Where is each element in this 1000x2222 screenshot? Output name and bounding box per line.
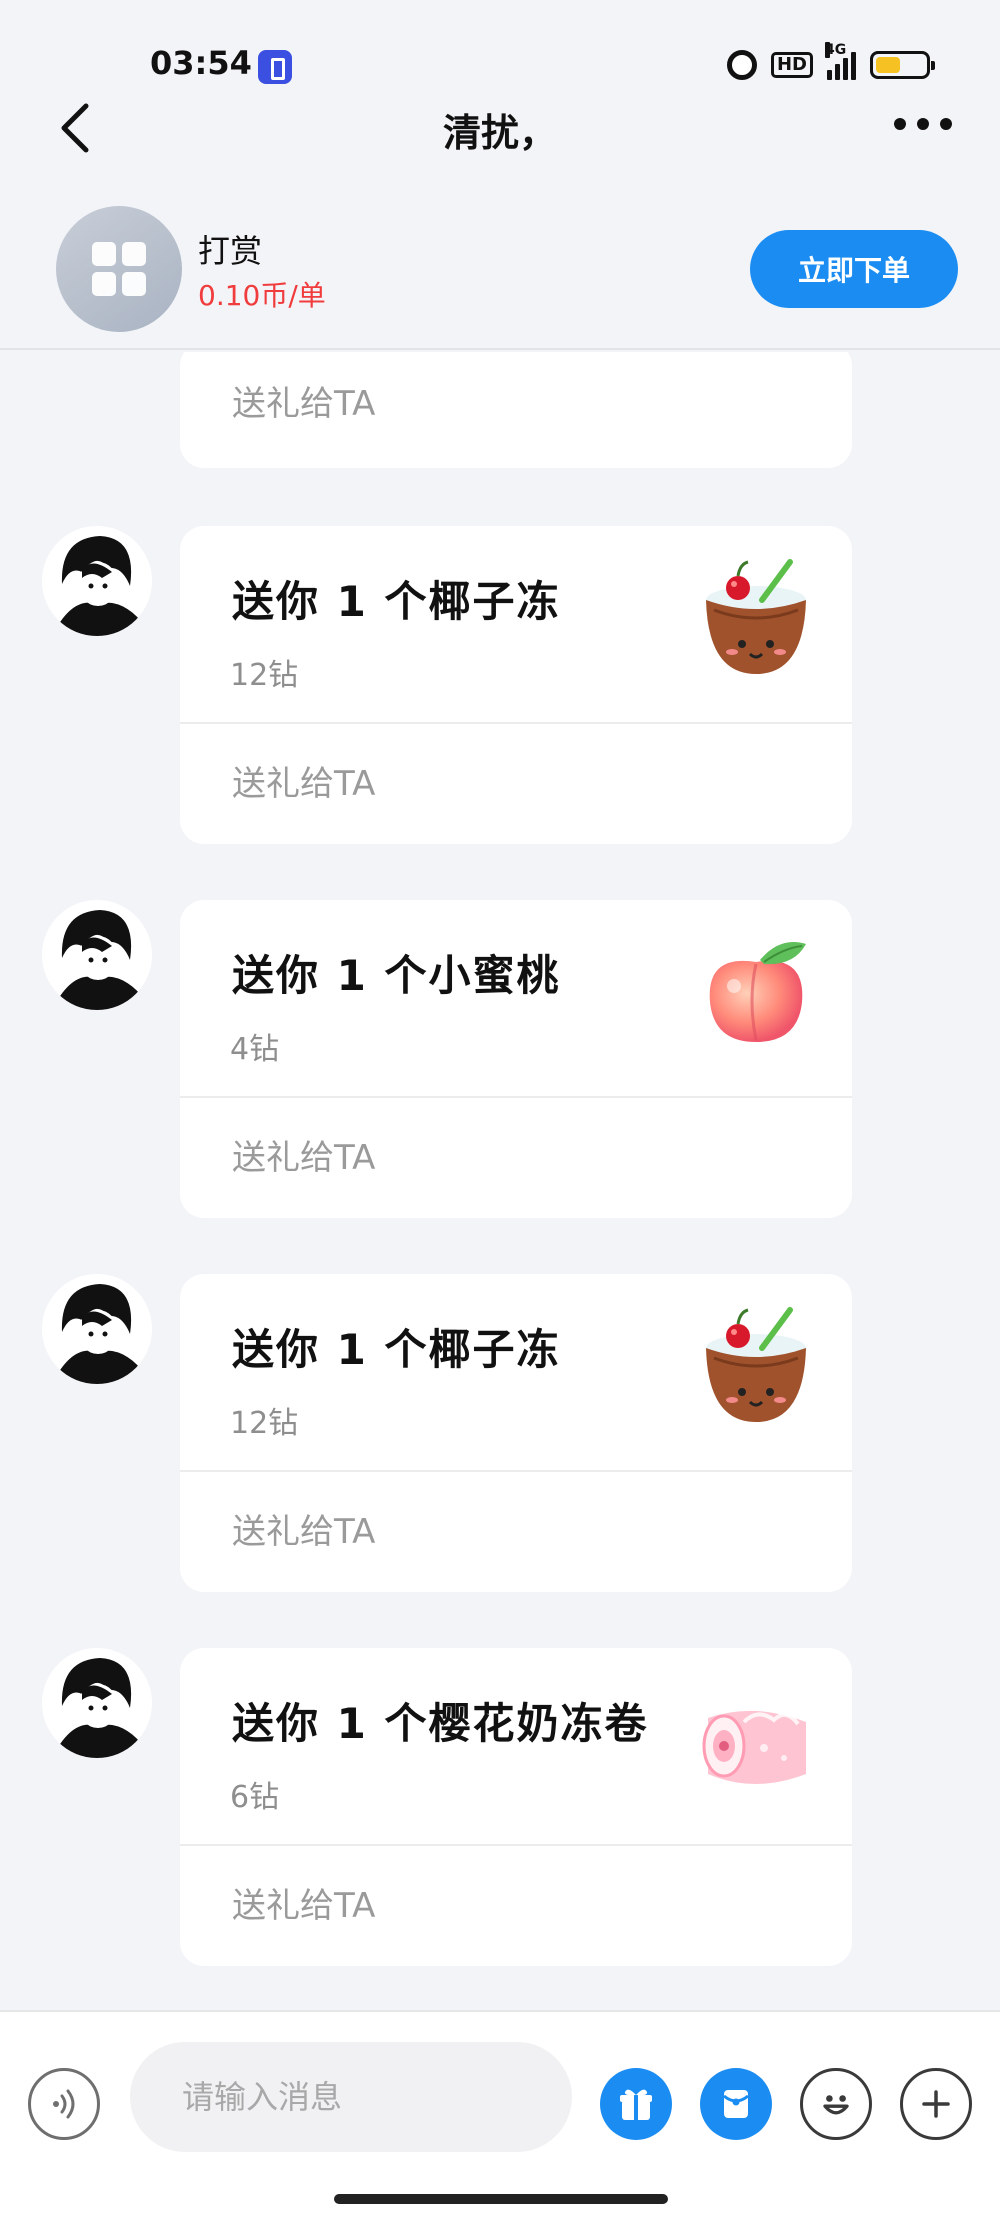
send-gift-link[interactable]: 送礼给TA xyxy=(232,376,375,425)
status-bar: 03:54 HD 4G xyxy=(0,0,1000,100)
more-tools-button[interactable] xyxy=(900,2068,972,2140)
coconut-jelly-icon xyxy=(694,1304,818,1428)
service-price: 0.10币/单 xyxy=(198,279,326,312)
gift-message-card[interactable]: 送你 1 个小蜜桃 4钻 送礼给TA xyxy=(180,900,852,1218)
signal-icon: 4G xyxy=(825,42,856,80)
gift-message-card[interactable]: 送你 1 个樱花奶冻卷 6钻 送礼给TA xyxy=(180,1648,852,1966)
avatar[interactable] xyxy=(42,900,152,1010)
more-button[interactable] xyxy=(894,118,952,130)
order-now-button[interactable]: 立即下单 xyxy=(750,230,958,308)
card-divider xyxy=(180,722,852,724)
coconut-jelly-icon xyxy=(694,556,818,680)
gift-icon xyxy=(620,2089,652,2120)
input-bar xyxy=(0,2010,1000,2222)
message-row: 送你 1 个小蜜桃 4钻 送礼给TA xyxy=(0,900,1000,1218)
gift-title: 送你 1 个椰子冻 xyxy=(232,1325,561,1374)
message-input[interactable] xyxy=(130,2042,572,2152)
gift-title: 送你 1 个樱花奶冻卷 xyxy=(232,1699,649,1748)
message-row: 送你 1 个椰子冻 12钻 送礼给TA xyxy=(0,526,1000,844)
more-dots-icon xyxy=(894,118,906,130)
sakura-roll-icon xyxy=(694,1678,818,1802)
status-time: 03:54 xyxy=(150,44,252,82)
page-title: 清扰， xyxy=(442,111,557,155)
message-list[interactable]: 送礼给TA 送你 1 个椰子冻 12钻 送礼给TA 送你 1 个小蜜桃 4钻 送… xyxy=(0,352,1000,2010)
card-divider xyxy=(180,1470,852,1472)
card-divider xyxy=(180,1096,852,1098)
gift-price: 12钻 xyxy=(230,1406,299,1441)
red-packet-button[interactable] xyxy=(700,2068,772,2140)
message-row: 送你 1 个椰子冻 12钻 送礼给TA xyxy=(0,1274,1000,1592)
gift-price: 4钻 xyxy=(230,1032,280,1067)
gift-price: 12钻 xyxy=(230,658,299,693)
battery-icon xyxy=(870,51,935,79)
hd-icon: HD xyxy=(770,52,813,78)
gift-title: 送你 1 个小蜜桃 xyxy=(232,951,561,1000)
gift-title: 送你 1 个椰子冻 xyxy=(232,577,561,626)
card-divider xyxy=(180,1844,852,1846)
emoji-button[interactable] xyxy=(800,2068,872,2140)
service-name: 打赏 xyxy=(198,232,263,270)
avatar[interactable] xyxy=(42,1274,152,1384)
send-gift-link[interactable]: 送礼给TA xyxy=(232,1130,375,1179)
service-header: 打赏 0.10币/单 立即下单 xyxy=(0,188,1000,350)
emoji-icon xyxy=(823,2095,849,2115)
send-gift-link[interactable]: 送礼给TA xyxy=(232,756,375,805)
gift-price: 6钻 xyxy=(230,1780,280,1815)
avatar[interactable] xyxy=(42,526,152,636)
home-indicator[interactable] xyxy=(334,2194,668,2204)
plus-icon xyxy=(922,2090,950,2118)
alarm-icon xyxy=(726,50,757,80)
gift-card-partial: 送礼给TA xyxy=(180,352,852,468)
gift-message-card[interactable]: 送你 1 个椰子冻 12钻 送礼给TA xyxy=(180,1274,852,1592)
voice-icon xyxy=(53,2089,75,2119)
gift-button[interactable] xyxy=(600,2068,672,2140)
status-icons: HD 4G xyxy=(726,42,935,80)
send-gift-link[interactable]: 送礼给TA xyxy=(232,1504,375,1553)
red-packet-icon xyxy=(723,2090,749,2118)
service-avatar[interactable] xyxy=(56,206,182,332)
gift-message-card[interactable]: 送你 1 个椰子冻 12钻 送礼给TA xyxy=(180,526,852,844)
network-label: 4G xyxy=(825,42,847,58)
voice-button[interactable] xyxy=(28,2068,100,2140)
grid-icon xyxy=(92,242,146,296)
avatar[interactable] xyxy=(42,1648,152,1758)
send-gift-link[interactable]: 送礼给TA xyxy=(232,1878,375,1927)
peach-icon xyxy=(694,930,818,1054)
message-row: 送你 1 个樱花奶冻卷 6钻 送礼给TA xyxy=(0,1648,1000,1966)
app-notification-icon xyxy=(258,50,292,84)
